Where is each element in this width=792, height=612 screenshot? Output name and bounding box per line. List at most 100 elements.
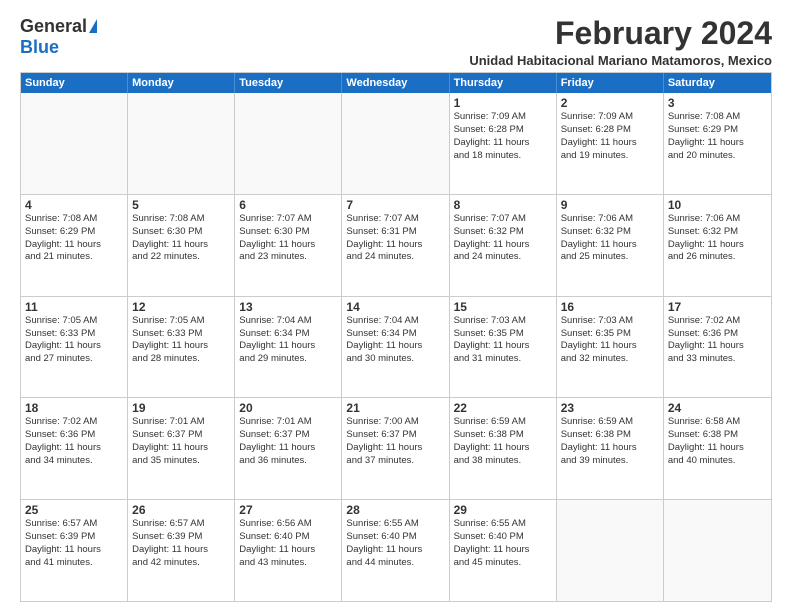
day-number: 21 [346, 401, 444, 415]
day-info: Sunrise: 6:57 AM Sunset: 6:39 PM Dayligh… [132, 518, 230, 569]
day-cell-25: 25Sunrise: 6:57 AM Sunset: 6:39 PM Dayli… [21, 500, 128, 601]
day-info: Sunrise: 6:55 AM Sunset: 6:40 PM Dayligh… [454, 518, 552, 569]
day-cell-empty-4-5 [557, 500, 664, 601]
day-number: 20 [239, 401, 337, 415]
day-cell-28: 28Sunrise: 6:55 AM Sunset: 6:40 PM Dayli… [342, 500, 449, 601]
day-number: 17 [668, 300, 767, 314]
day-cell-13: 13Sunrise: 7:04 AM Sunset: 6:34 PM Dayli… [235, 297, 342, 398]
day-cell-empty-0-2 [235, 93, 342, 194]
day-info: Sunrise: 7:03 AM Sunset: 6:35 PM Dayligh… [561, 315, 659, 366]
day-cell-11: 11Sunrise: 7:05 AM Sunset: 6:33 PM Dayli… [21, 297, 128, 398]
day-info: Sunrise: 6:55 AM Sunset: 6:40 PM Dayligh… [346, 518, 444, 569]
day-cell-4: 4Sunrise: 7:08 AM Sunset: 6:29 PM Daylig… [21, 195, 128, 296]
header-day-sunday: Sunday [21, 73, 128, 93]
day-cell-6: 6Sunrise: 7:07 AM Sunset: 6:30 PM Daylig… [235, 195, 342, 296]
day-info: Sunrise: 7:07 AM Sunset: 6:32 PM Dayligh… [454, 213, 552, 264]
day-cell-24: 24Sunrise: 6:58 AM Sunset: 6:38 PM Dayli… [664, 398, 771, 499]
day-cell-21: 21Sunrise: 7:00 AM Sunset: 6:37 PM Dayli… [342, 398, 449, 499]
day-cell-1: 1Sunrise: 7:09 AM Sunset: 6:28 PM Daylig… [450, 93, 557, 194]
day-info: Sunrise: 6:59 AM Sunset: 6:38 PM Dayligh… [561, 416, 659, 467]
day-number: 25 [25, 503, 123, 517]
week-row-2: 4Sunrise: 7:08 AM Sunset: 6:29 PM Daylig… [21, 195, 771, 297]
day-number: 12 [132, 300, 230, 314]
day-cell-15: 15Sunrise: 7:03 AM Sunset: 6:35 PM Dayli… [450, 297, 557, 398]
subtitle: Unidad Habitacional Mariano Matamoros, M… [117, 53, 772, 68]
day-number: 6 [239, 198, 337, 212]
day-info: Sunrise: 7:01 AM Sunset: 6:37 PM Dayligh… [132, 416, 230, 467]
day-number: 18 [25, 401, 123, 415]
day-info: Sunrise: 7:08 AM Sunset: 6:29 PM Dayligh… [25, 213, 123, 264]
header-day-wednesday: Wednesday [342, 73, 449, 93]
day-info: Sunrise: 7:05 AM Sunset: 6:33 PM Dayligh… [25, 315, 123, 366]
day-number: 23 [561, 401, 659, 415]
header-day-tuesday: Tuesday [235, 73, 342, 93]
day-info: Sunrise: 7:08 AM Sunset: 6:29 PM Dayligh… [668, 111, 767, 162]
day-cell-16: 16Sunrise: 7:03 AM Sunset: 6:35 PM Dayli… [557, 297, 664, 398]
day-info: Sunrise: 6:56 AM Sunset: 6:40 PM Dayligh… [239, 518, 337, 569]
day-info: Sunrise: 7:04 AM Sunset: 6:34 PM Dayligh… [239, 315, 337, 366]
day-cell-5: 5Sunrise: 7:08 AM Sunset: 6:30 PM Daylig… [128, 195, 235, 296]
main-title: February 2024 [117, 16, 772, 51]
day-info: Sunrise: 7:09 AM Sunset: 6:28 PM Dayligh… [561, 111, 659, 162]
day-number: 2 [561, 96, 659, 110]
day-info: Sunrise: 7:04 AM Sunset: 6:34 PM Dayligh… [346, 315, 444, 366]
day-number: 11 [25, 300, 123, 314]
day-cell-7: 7Sunrise: 7:07 AM Sunset: 6:31 PM Daylig… [342, 195, 449, 296]
day-number: 4 [25, 198, 123, 212]
day-info: Sunrise: 7:01 AM Sunset: 6:37 PM Dayligh… [239, 416, 337, 467]
day-info: Sunrise: 6:57 AM Sunset: 6:39 PM Dayligh… [25, 518, 123, 569]
day-cell-19: 19Sunrise: 7:01 AM Sunset: 6:37 PM Dayli… [128, 398, 235, 499]
day-number: 8 [454, 198, 552, 212]
day-cell-22: 22Sunrise: 6:59 AM Sunset: 6:38 PM Dayli… [450, 398, 557, 499]
day-number: 19 [132, 401, 230, 415]
header-day-monday: Monday [128, 73, 235, 93]
day-info: Sunrise: 6:59 AM Sunset: 6:38 PM Dayligh… [454, 416, 552, 467]
day-info: Sunrise: 7:03 AM Sunset: 6:35 PM Dayligh… [454, 315, 552, 366]
day-number: 15 [454, 300, 552, 314]
day-info: Sunrise: 7:09 AM Sunset: 6:28 PM Dayligh… [454, 111, 552, 162]
day-cell-8: 8Sunrise: 7:07 AM Sunset: 6:32 PM Daylig… [450, 195, 557, 296]
logo: General Blue [20, 16, 97, 58]
day-cell-27: 27Sunrise: 6:56 AM Sunset: 6:40 PM Dayli… [235, 500, 342, 601]
day-cell-20: 20Sunrise: 7:01 AM Sunset: 6:37 PM Dayli… [235, 398, 342, 499]
day-info: Sunrise: 7:06 AM Sunset: 6:32 PM Dayligh… [668, 213, 767, 264]
week-row-4: 18Sunrise: 7:02 AM Sunset: 6:36 PM Dayli… [21, 398, 771, 500]
week-row-3: 11Sunrise: 7:05 AM Sunset: 6:33 PM Dayli… [21, 297, 771, 399]
header: General Blue February 2024 Unidad Habita… [20, 16, 772, 68]
header-day-friday: Friday [557, 73, 664, 93]
calendar-body: 1Sunrise: 7:09 AM Sunset: 6:28 PM Daylig… [21, 93, 771, 601]
day-cell-empty-0-3 [342, 93, 449, 194]
page: General Blue February 2024 Unidad Habita… [0, 0, 792, 612]
day-cell-9: 9Sunrise: 7:06 AM Sunset: 6:32 PM Daylig… [557, 195, 664, 296]
day-number: 24 [668, 401, 767, 415]
day-number: 10 [668, 198, 767, 212]
day-info: Sunrise: 7:06 AM Sunset: 6:32 PM Dayligh… [561, 213, 659, 264]
calendar-header: SundayMondayTuesdayWednesdayThursdayFrid… [21, 73, 771, 93]
day-info: Sunrise: 7:07 AM Sunset: 6:30 PM Dayligh… [239, 213, 337, 264]
day-cell-2: 2Sunrise: 7:09 AM Sunset: 6:28 PM Daylig… [557, 93, 664, 194]
day-number: 9 [561, 198, 659, 212]
logo-blue: Blue [20, 37, 59, 58]
day-cell-3: 3Sunrise: 7:08 AM Sunset: 6:29 PM Daylig… [664, 93, 771, 194]
day-cell-14: 14Sunrise: 7:04 AM Sunset: 6:34 PM Dayli… [342, 297, 449, 398]
day-number: 16 [561, 300, 659, 314]
day-number: 1 [454, 96, 552, 110]
calendar: SundayMondayTuesdayWednesdayThursdayFrid… [20, 72, 772, 602]
day-cell-18: 18Sunrise: 7:02 AM Sunset: 6:36 PM Dayli… [21, 398, 128, 499]
day-cell-empty-4-6 [664, 500, 771, 601]
day-cell-empty-0-1 [128, 93, 235, 194]
logo-general: General [20, 16, 87, 37]
day-info: Sunrise: 7:07 AM Sunset: 6:31 PM Dayligh… [346, 213, 444, 264]
day-cell-23: 23Sunrise: 6:59 AM Sunset: 6:38 PM Dayli… [557, 398, 664, 499]
day-number: 13 [239, 300, 337, 314]
day-number: 3 [668, 96, 767, 110]
day-cell-10: 10Sunrise: 7:06 AM Sunset: 6:32 PM Dayli… [664, 195, 771, 296]
day-number: 22 [454, 401, 552, 415]
day-number: 28 [346, 503, 444, 517]
header-day-saturday: Saturday [664, 73, 771, 93]
day-cell-26: 26Sunrise: 6:57 AM Sunset: 6:39 PM Dayli… [128, 500, 235, 601]
day-info: Sunrise: 7:05 AM Sunset: 6:33 PM Dayligh… [132, 315, 230, 366]
day-number: 7 [346, 198, 444, 212]
day-cell-empty-0-0 [21, 93, 128, 194]
day-number: 5 [132, 198, 230, 212]
